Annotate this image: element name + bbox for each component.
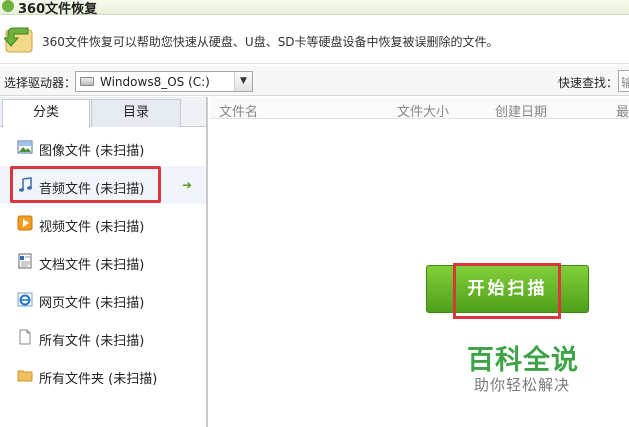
quick-search-label: 快速查找： [558,76,619,90]
category-image[interactable]: 图像文件 (未扫描) [0,128,206,166]
watermark: 百科全说 助你轻松解决 [447,326,605,402]
window-title: 360文件恢复 [18,2,98,17]
watermark-title: 百科全说 [467,345,579,376]
music-note-icon [19,177,32,192]
app-logo-icon [2,0,14,12]
video-icon [17,215,33,231]
folder-icon [17,370,33,382]
sidebar-tabs: 分类 目录 [0,97,206,128]
toolbar: 选择驱动器： Windows8_OS (C:) ▼ 快速查找： 输 [0,66,629,96]
tab-directory[interactable]: 目录 [91,99,181,127]
category-all-folders[interactable]: 所有文件夹 (未扫描) [0,356,206,394]
category-label: 所有文件夹 (未扫描) [39,372,158,387]
banner-description: 360文件恢复可以帮助您快速从硬盘、U盘、SD卡等硬盘设备中恢复被误删除的文件。 [42,35,499,49]
category-label: 所有文件 (未扫描) [39,334,145,349]
green-arrow-right-icon[interactable]: ➜ [182,178,192,192]
drive-label: 选择驱动器： [4,76,77,90]
banner: 360文件恢复可以帮助您快速从硬盘、U盘、SD卡等硬盘设备中恢复被误删除的文件。 [0,16,629,64]
category-audio[interactable]: 音频文件 (未扫描) ➜ [0,166,206,204]
category-label: 视频文件 (未扫描) [39,220,145,235]
category-label: 音频文件 (未扫描) [39,182,145,197]
document-icon [18,253,32,269]
category-document[interactable]: 文档文件 (未扫描) [0,242,206,280]
category-video[interactable]: 视频文件 (未扫描) [0,204,206,242]
title-bar: 360文件恢复 [0,0,629,17]
drive-select-value: Windows8_OS (C:) [100,75,210,89]
column-header: 文件名 文件大小 创建日期 最 [210,97,629,120]
category-label: 图像文件 (未扫描) [39,144,145,159]
image-icon [17,140,33,154]
tab-category[interactable]: 分类 [2,99,90,128]
category-label: 文档文件 (未扫描) [39,258,145,273]
column-filesize[interactable]: 文件大小 [397,101,449,120]
chevron-down-icon[interactable]: ▼ [234,72,252,91]
start-scan-button[interactable]: 开始扫描 [426,265,589,313]
quick-search-input[interactable]: 输 [618,70,629,92]
sidebar: 分类 目录 图像文件 (未扫描) 音频文件 (未扫描) ➜ 视频文件 (未扫描)… [0,97,208,427]
category-webpage[interactable]: 网页文件 (未扫描) [0,280,206,318]
column-created[interactable]: 创建日期 [495,101,547,120]
column-modified[interactable]: 最 [616,101,629,120]
drive-select[interactable]: Windows8_OS (C:) ▼ [75,71,253,92]
category-label: 网页文件 (未扫描) [39,296,145,311]
category-all-files[interactable]: 所有文件 (未扫描) [0,318,206,356]
file-icon [19,329,31,345]
recover-arrow-icon [4,27,33,53]
watermark-subtitle: 助你轻松解决 [474,376,571,394]
column-filename[interactable]: 文件名 [219,101,258,120]
hard-disk-icon [80,77,94,86]
ie-icon [17,292,33,307]
